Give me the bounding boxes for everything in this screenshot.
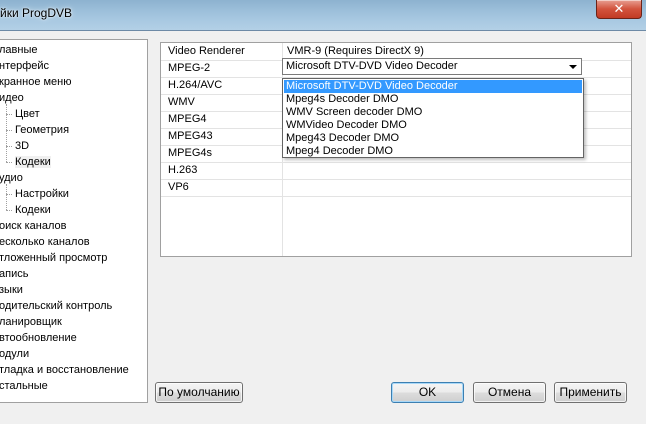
tree-item[interactable]: 3D — [15, 138, 29, 154]
tree-item[interactable]: тладка и восстановление — [0, 362, 129, 378]
close-icon: ✕ — [613, 1, 625, 16]
grid-row[interactable]: VP6 — [161, 179, 631, 197]
tree-item[interactable]: Настройки — [15, 186, 69, 202]
tree-item-label: 3D — [15, 140, 30, 152]
tree-item-label: лавные — [0, 44, 38, 56]
tree-item[interactable]: апись — [0, 266, 28, 282]
tree-item[interactable]: ланировщик — [0, 314, 62, 330]
grid-row-key: MPEG-2 — [168, 62, 211, 74]
dropdown-option[interactable]: WMV Screen decoder DMO — [284, 106, 582, 119]
tree-item-label: одули — [0, 348, 30, 360]
cancel-button[interactable]: Отмена — [473, 382, 546, 403]
tree-item[interactable]: удио — [0, 170, 23, 186]
tree-item-label: одительский контроль — [0, 300, 113, 312]
tree-item-label: нтерфейс — [0, 60, 50, 72]
settings-tree[interactable]: лавные нтерфейс кранное меню идео Цвет Геомет… — [0, 39, 148, 403]
dropdown-option[interactable]: Mpeg43 Decoder DMO — [284, 132, 582, 145]
tree-item[interactable]: Геометрия — [15, 122, 69, 138]
close-button[interactable]: ✕ — [596, 0, 642, 19]
tree-item[interactable]: Кодеки — [15, 202, 51, 218]
decoder-dropdown-list[interactable]: Microsoft DTV-DVD Video Decoder Mpeg4s De… — [282, 78, 584, 158]
tree-connector — [6, 210, 12, 211]
grid-row-key: WMV — [168, 96, 195, 108]
tree-item-label: кранное меню — [0, 76, 72, 88]
combobox-value: Microsoft DTV-DVD Video Decoder — [286, 60, 458, 72]
tree-item[interactable]: стальные — [0, 378, 48, 394]
tree-item-label: ланировщик — [0, 316, 62, 328]
tree-item-label: Геометрия — [15, 124, 70, 136]
grid-row[interactable]: H.263 — [161, 162, 631, 180]
defaults-button[interactable]: По умолчанию — [155, 382, 243, 403]
tree-item[interactable]: есколько каналов — [0, 234, 90, 250]
ok-button[interactable]: OK — [391, 382, 464, 403]
tree-item-label: Цвет — [15, 108, 40, 120]
tree-item-label: Кодеки — [15, 156, 51, 168]
tree-item-label: Кодеки — [15, 204, 51, 216]
dropdown-option[interactable]: Microsoft DTV-DVD Video Decoder — [284, 80, 582, 93]
tree-item-label: тладка и восстановление — [0, 364, 129, 376]
grid-row-key: H.264/AVC — [168, 79, 223, 91]
window-title: йки ProgDVB — [0, 6, 73, 20]
tree-item[interactable]: кранное меню — [0, 74, 72, 90]
tree-item[interactable]: втообновление — [0, 330, 77, 346]
tree-item-label: оиск каналов — [0, 220, 67, 232]
tree-item[interactable]: тложенный просмотр — [0, 250, 107, 266]
tree-item-label: зыки — [0, 284, 23, 296]
grid-row-key: H.263 — [168, 164, 198, 176]
tree-connector — [6, 162, 12, 163]
tree-item[interactable]: одительский контроль — [0, 298, 112, 314]
tree-item-label: есколько каналов — [0, 236, 90, 248]
tree-item[interactable]: идео — [0, 90, 24, 106]
tree-item[interactable]: одули — [0, 346, 29, 362]
grid-row-key: MPEG4 — [168, 113, 207, 125]
grid-row-key: VP6 — [168, 181, 189, 193]
tree-item-label: Настройки — [15, 188, 69, 200]
tree-item-label: втообновление — [0, 332, 77, 344]
tree-item-label: удио — [0, 172, 23, 184]
tree-connector — [6, 104, 7, 162]
grid-row-key: MPEG43 — [168, 130, 213, 142]
tree-item[interactable]: Цвет — [15, 106, 40, 122]
background-window-menu — [100, 4, 586, 18]
grid-row-key: Video Renderer — [168, 45, 245, 57]
tree-item[interactable]: лавные — [0, 42, 37, 58]
settings-dialog: лавные нтерфейс кранное меню идео Цвет Геомет… — [0, 30, 646, 424]
chevron-down-icon[interactable] — [569, 65, 577, 69]
tree-item-label: стальные — [0, 380, 48, 392]
dropdown-option[interactable]: WMVideo Decoder DMO — [284, 119, 582, 132]
grid-row-key: MPEG4s — [168, 147, 213, 159]
tree-item[interactable]: зыки — [0, 282, 23, 298]
dropdown-option[interactable]: Mpeg4s Decoder DMO — [284, 93, 582, 106]
tree-item[interactable]: оиск каналов — [0, 218, 67, 234]
mpeg2-decoder-combobox[interactable]: Microsoft DTV-DVD Video Decoder — [282, 58, 582, 75]
grid-row-value[interactable]: VMR-9 (Requires DirectX 9) — [287, 45, 424, 57]
tree-item[interactable]: Кодеки — [15, 154, 51, 170]
tree-item-label: тложенный просмотр — [0, 252, 108, 264]
tree-item-label: идео — [0, 92, 24, 104]
dropdown-option[interactable]: Mpeg4 Decoder DMO — [284, 145, 582, 158]
tree-connector — [6, 184, 7, 210]
tree-item[interactable]: нтерфейс — [0, 58, 49, 74]
apply-button[interactable]: Применить — [554, 382, 627, 403]
title-bar[interactable]: йки ProgDVB ✕ — [0, 0, 646, 30]
tree-item-label: апись — [0, 268, 29, 280]
